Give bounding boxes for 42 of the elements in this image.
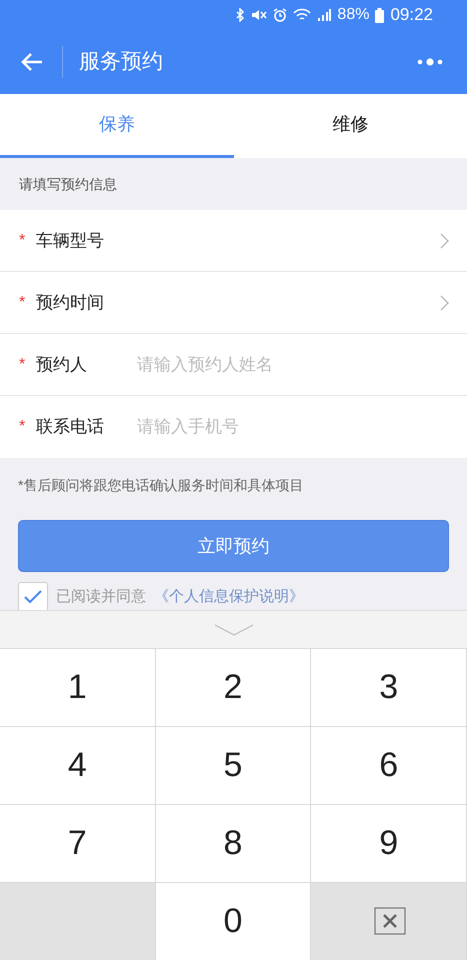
signal-icon xyxy=(317,8,332,22)
digit-key[interactable]: 2 xyxy=(156,649,312,727)
battery-icon xyxy=(375,8,384,22)
input-field[interactable]: 请输入手机号 xyxy=(137,396,467,458)
required-mark: * xyxy=(19,230,26,250)
required-mark: * xyxy=(19,417,26,437)
field-label: 预约时间 xyxy=(36,292,105,314)
back-arrow-icon xyxy=(20,52,44,72)
delete-key[interactable] xyxy=(311,883,467,960)
required-mark: * xyxy=(19,292,26,312)
digit-key[interactable]: 3 xyxy=(311,649,467,727)
check-icon xyxy=(24,590,42,604)
tab[interactable]: 维修 xyxy=(234,94,467,158)
field-label: 联系电话 xyxy=(36,416,105,438)
note-text: *售后顾问将跟您电话确认服务时间和具体项目 xyxy=(18,476,304,494)
digit-key[interactable]: 4 xyxy=(0,727,156,805)
field-label: 车辆型号 xyxy=(36,230,105,252)
clock-time: 09:22 xyxy=(390,4,433,26)
mute-icon xyxy=(251,8,268,22)
agreement-text: 已阅读并同意 xyxy=(56,586,146,607)
digit-key[interactable]: 5 xyxy=(156,727,312,805)
bluetooth-icon xyxy=(235,8,246,22)
required-mark: * xyxy=(19,354,26,374)
chevron-right-icon xyxy=(440,294,449,310)
tab[interactable]: 保养 xyxy=(0,94,234,158)
digit-key[interactable]: 0 xyxy=(156,883,312,960)
agree-checkbox[interactable] xyxy=(18,582,48,610)
field-label: 预约人 xyxy=(36,354,88,376)
section-label: 请填写预约信息 xyxy=(19,174,117,194)
input-field[interactable]: 请输入预约人姓名 xyxy=(137,334,467,395)
page-title: 服务预约 xyxy=(79,49,164,76)
digit-key[interactable]: 8 xyxy=(156,805,312,883)
digit-key[interactable]: 7 xyxy=(0,805,156,883)
digit-key[interactable]: 6 xyxy=(311,727,467,805)
digit-key[interactable]: 9 xyxy=(311,805,467,883)
battery-percent: 88% xyxy=(337,5,370,25)
alarm-icon xyxy=(273,8,288,22)
chevron-down-icon xyxy=(214,624,254,636)
digit-key[interactable]: 1 xyxy=(0,649,156,727)
more-dots-icon xyxy=(417,57,443,67)
wifi-icon xyxy=(293,8,312,22)
chevron-right-icon xyxy=(440,232,449,248)
